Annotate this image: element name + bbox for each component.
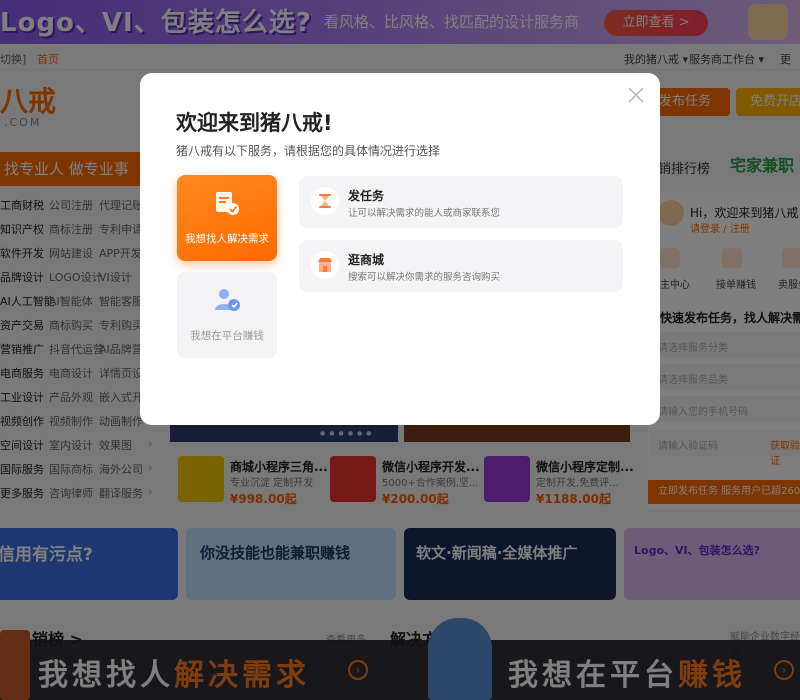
user-earn-icon: [215, 289, 240, 311]
post-task-option[interactable]: 发任务 让可以解决需求的能人或商家联系您: [299, 176, 623, 228]
close-icon[interactable]: [626, 85, 646, 105]
dialog-subtitle: 猪八戒有以下服务，请根据您的具体情况进行选择: [176, 144, 441, 158]
role-earn-label: 我想在平台赚钱: [190, 330, 264, 342]
storefront-icon: [311, 251, 339, 279]
browse-mall-option[interactable]: 逛商城 搜索可以解决你需求的服务咨询购买: [299, 240, 623, 292]
role-find-help-label: 我想找人解决需求: [185, 233, 269, 245]
post-task-desc: 让可以解决需求的能人或商家联系您: [348, 208, 501, 219]
dialog-title: 欢迎来到猪八戒!: [176, 111, 333, 135]
post-task-title: 发任务: [348, 189, 385, 203]
welcome-dialog: 欢迎来到猪八戒! 猪八戒有以下服务，请根据您的具体情况进行选择 我想找人解决需求…: [140, 73, 660, 425]
document-check-icon: [216, 192, 239, 215]
browse-mall-title: 逛商城: [348, 253, 385, 267]
role-earn-option[interactable]: 我想在平台赚钱: [177, 272, 277, 358]
role-find-help-option[interactable]: 我想找人解决需求: [177, 175, 277, 261]
browse-mall-desc: 搜索可以解决你需求的服务咨询购买: [348, 272, 501, 283]
hourglass-icon: [311, 187, 339, 215]
